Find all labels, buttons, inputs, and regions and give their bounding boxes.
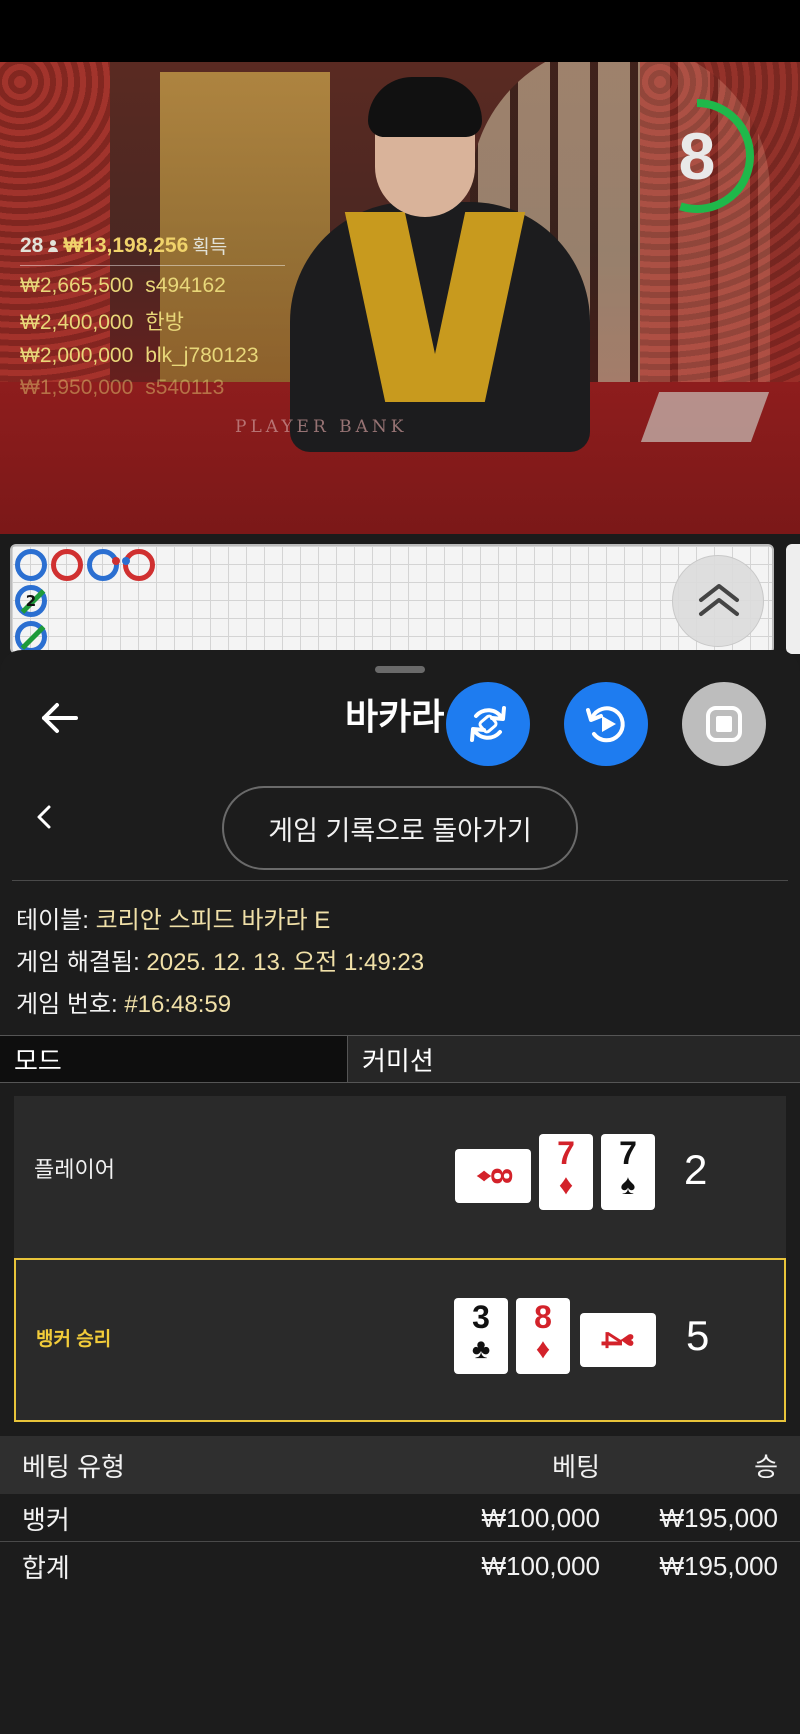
return-to-history-button[interactable]: 게임 기록으로 돌아가기 <box>222 786 578 870</box>
card-rank: 8 <box>484 1167 518 1185</box>
bet-type-cell: 합계 <box>22 1552 70 1583</box>
card-suit: ♦ <box>535 1333 551 1364</box>
winner-row: ₩2,000,000 blk_j780123 <box>20 344 285 368</box>
card-suit: ♦ <box>558 1169 574 1200</box>
info-game-number: 게임 번호: #16:48:59 <box>16 984 231 1019</box>
winner-name: 한방 <box>145 311 184 334</box>
winner-amount: ₩2,400,000 <box>20 311 134 334</box>
card-rank: 8 <box>534 1299 552 1335</box>
info-value: 2025. 12. 13. 오전 1:49:23 <box>146 949 425 976</box>
table-row: 뱅커 ₩100,000 ₩195,000 <box>0 1496 800 1542</box>
bets-table-header: 베팅 유형 베팅 승 <box>0 1436 800 1494</box>
game-detail-sheet: 바카라 게임 기록으로 돌아가기 테이블: 코리안 스피드 바카라 E 게임 해… <box>0 650 800 1734</box>
rotate-camera-icon <box>470 706 506 742</box>
winner-row: ₩1,950,000 s540113 <box>20 376 285 400</box>
info-value: #16:48:59 <box>124 991 232 1018</box>
roadmap-bead-tie <box>15 621 47 652</box>
info-label: 게임 해결됨: <box>16 949 147 976</box>
countdown-number: 8 <box>678 119 716 193</box>
card-rank: 7 <box>619 1135 637 1171</box>
winners-count: 28 <box>20 233 44 257</box>
chevron-left-icon <box>37 805 51 829</box>
info-value: 코리안 스피드 바카라 E <box>95 907 331 934</box>
winner-row: ₩2,400,000 한방 <box>20 306 285 336</box>
card-rank: 3 <box>472 1299 490 1335</box>
winner-name: blk_j780123 <box>145 344 259 367</box>
bet-type-cell: 뱅커 <box>22 1505 70 1535</box>
player-hand: 플레이어 ♦ 8 7 ♦ 7 ♠ 2 <box>14 1096 786 1260</box>
header-win: 승 <box>754 1451 778 1482</box>
playing-card: 7 ♦ <box>539 1134 593 1210</box>
sheet-drag-handle[interactable] <box>375 666 425 673</box>
card-rank: 7 <box>557 1135 575 1171</box>
roadmap-bead-banker <box>122 549 155 581</box>
roadmap-bead-player <box>87 549 120 581</box>
info-table: 테이블: 코리안 스피드 바카라 E <box>16 900 330 935</box>
divider <box>12 880 788 881</box>
player-score: 2 <box>684 1146 708 1193</box>
playing-card: ♦ 8 <box>455 1149 531 1203</box>
win-amount-cell: ₩195,000 <box>659 1550 778 1581</box>
winner-amount: ₩2,000,000 <box>20 344 134 367</box>
stop-button[interactable] <box>682 682 766 766</box>
roadmap-side-panel <box>786 544 800 654</box>
bet-amount-cell: ₩100,000 <box>481 1550 600 1581</box>
winner-amount: ₩2,665,500 <box>20 274 134 297</box>
playing-card: 4 ♥ <box>580 1313 656 1367</box>
mode-label: 모드 <box>0 1036 348 1082</box>
history-back-button[interactable] <box>30 802 60 832</box>
chevron-double-up-icon <box>699 584 739 616</box>
header-bet-type: 베팅 유형 <box>22 1451 125 1482</box>
player-label: 플레이어 <box>34 1157 115 1182</box>
winners-header: 28 ₩13,198,256 획득 <box>20 232 285 266</box>
mode-value: 커미션 <box>348 1036 800 1082</box>
app-root: PLAYER BANK 8 28 ₩13,198,256 획득 ₩2,665,5… <box>0 0 800 1734</box>
banker-score: 5 <box>686 1312 710 1359</box>
info-resolved: 게임 해결됨: 2025. 12. 13. 오전 1:49:23 <box>16 942 424 977</box>
table-print: PLAYER BANK <box>235 417 408 437</box>
winner-amount: ₩1,950,000 <box>20 376 134 399</box>
mode-bar: 모드 커미션 <box>0 1035 800 1083</box>
card-suit: ♠ <box>620 1169 636 1200</box>
dealer-hair <box>368 77 482 137</box>
banker-hand: 뱅커 승리 3 ♣ 8 ♦ 4 ♥ 5 <box>14 1258 786 1422</box>
roadmap-bead-tie: 2 <box>15 585 47 617</box>
replay-button[interactable] <box>564 682 648 766</box>
banker-win-label: 뱅커 승리 <box>36 1329 112 1350</box>
sheet-title: 바카라 <box>345 696 445 737</box>
replay-icon <box>586 706 625 743</box>
table-row-total: 합계 ₩100,000 ₩195,000 <box>0 1543 800 1589</box>
roadmap-bead-banker <box>51 549 83 581</box>
winners-total: ₩13,198,256 <box>63 233 189 257</box>
card-shoe <box>640 392 770 442</box>
playing-card: 7 ♠ <box>601 1134 655 1210</box>
info-label: 게임 번호: <box>16 991 125 1018</box>
roadmap-bead-player <box>15 549 47 581</box>
stop-icon <box>706 706 742 742</box>
rotate-camera-button[interactable] <box>446 682 530 766</box>
bet-amount-cell: ₩100,000 <box>481 1503 600 1533</box>
winner-name: s540113 <box>145 376 225 399</box>
header-bet: 베팅 <box>552 1451 600 1482</box>
winner-name: s494162 <box>145 274 226 297</box>
collapse-button[interactable] <box>672 555 764 647</box>
tie-count: 2 <box>25 592 37 610</box>
back-button[interactable] <box>40 700 80 736</box>
info-label: 테이블: <box>16 907 96 934</box>
card-suit: ♣ <box>471 1333 491 1364</box>
status-bar <box>0 0 800 62</box>
winners-gain-label: 획득 <box>192 237 228 258</box>
person-icon <box>47 239 59 252</box>
bead-roadmap[interactable]: 2 <box>10 544 774 654</box>
winners-list: 28 ₩13,198,256 획득 ₩2,665,500 s494162 ₩2,4… <box>20 232 285 400</box>
arrow-left-icon <box>42 703 78 733</box>
win-amount-cell: ₩195,000 <box>659 1503 778 1533</box>
card-suit: ♥ <box>614 1332 642 1348</box>
playing-card: 8 ♦ <box>516 1298 570 1374</box>
winner-row: ₩2,665,500 s494162 <box>20 274 285 298</box>
playing-card: 3 ♣ <box>454 1298 508 1374</box>
